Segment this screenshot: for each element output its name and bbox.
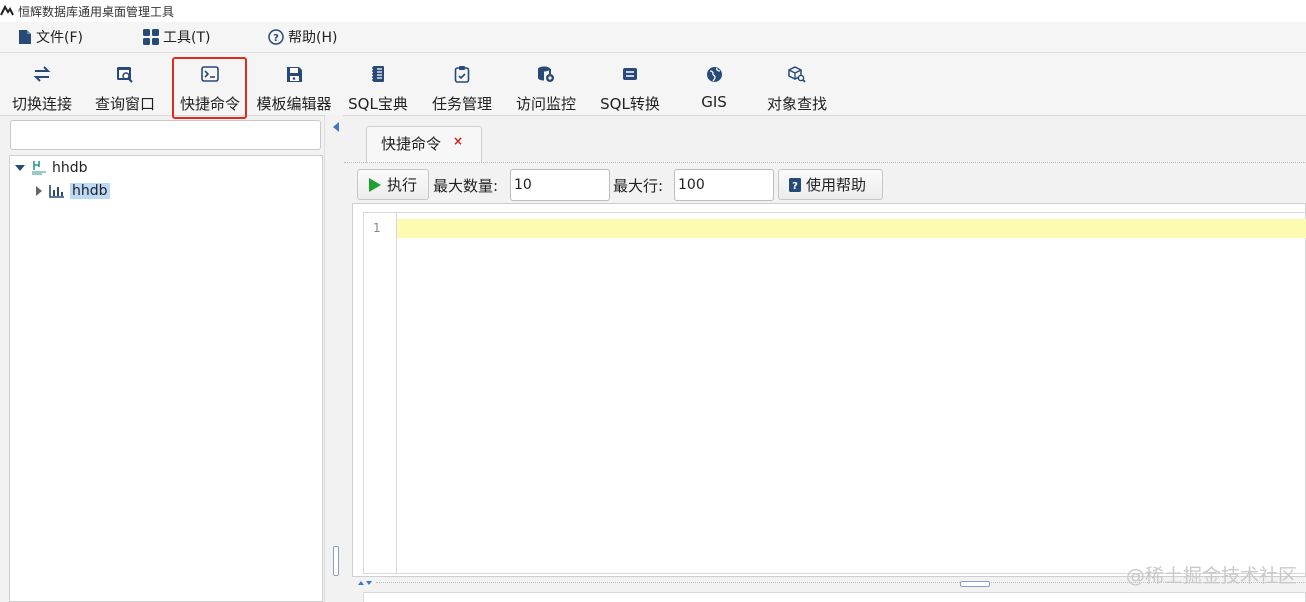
template-editor-button[interactable]: 模板编辑器 — [253, 53, 335, 115]
menu-bar: 文件(F) 工具(T) ? 帮助(H) — [0, 22, 1306, 53]
results-panel — [363, 592, 1306, 602]
max-rows-label: 最大行: — [613, 177, 664, 195]
query-window-icon — [115, 65, 135, 83]
book-icon — [368, 65, 388, 83]
help-icon: ? — [268, 29, 284, 45]
cube-search-icon — [787, 65, 807, 83]
grid-icon — [143, 29, 159, 45]
switch-connection-button[interactable]: 切换连接 — [8, 53, 76, 115]
sql-convert-label: SQL转换 — [600, 95, 660, 113]
usage-help-button[interactable]: ? 使用帮助 — [778, 169, 883, 200]
access-monitor-button[interactable]: 访问监控 — [512, 53, 580, 115]
sql-handbook-label: SQL宝典 — [348, 95, 408, 113]
max-rows-input[interactable] — [674, 169, 774, 201]
switch-connection-label: 切换连接 — [11, 95, 72, 113]
access-monitor-label: 访问监控 — [515, 95, 576, 113]
query-window-label: 查询窗口 — [94, 95, 155, 113]
switch-icon — [32, 65, 52, 83]
editor-active-line[interactable] — [397, 219, 1306, 238]
clipboard-check-icon — [452, 65, 472, 83]
menu-file-label: 文件(F) — [36, 30, 83, 46]
sql-editor[interactable] — [363, 212, 1306, 574]
svg-text:?: ? — [792, 181, 798, 192]
sql-convert-button[interactable]: SQL转换 — [598, 53, 662, 115]
play-icon — [369, 177, 381, 192]
sql-handbook-button[interactable]: SQL宝典 — [348, 53, 408, 115]
menu-file[interactable]: 文件(F) — [18, 27, 83, 47]
collapse-arrow-icon[interactable] — [34, 185, 44, 197]
run-button[interactable]: 执行 — [357, 169, 429, 200]
gis-label: GIS — [701, 93, 727, 111]
connection-tree: hhdb hhdb — [9, 155, 323, 602]
line-number: 1 — [373, 221, 381, 235]
collapse-panel-icon[interactable] — [332, 121, 340, 133]
object-search-button[interactable]: 对象查找 — [762, 53, 832, 115]
max-count-label: 最大数量: — [433, 177, 499, 195]
expand-collapse-arrows-icon[interactable] — [357, 579, 373, 587]
app-logo-icon — [0, 2, 14, 18]
tree-search-input[interactable] — [10, 120, 321, 150]
run-button-label: 执行 — [387, 176, 418, 194]
editor-gutter-divider — [396, 213, 397, 573]
tab-quick-command-label: 快捷命令 — [381, 135, 442, 153]
database-monitor-icon — [536, 65, 556, 83]
gis-button[interactable]: GIS — [690, 53, 738, 115]
quick-command-highlight-box — [172, 57, 247, 119]
save-template-icon — [284, 65, 304, 83]
splitter-grip[interactable] — [333, 546, 339, 576]
menu-help-label: 帮助(H) — [288, 30, 338, 46]
query-window-button[interactable]: 查询窗口 — [91, 53, 159, 115]
tree-node-root[interactable]: hhdb — [14, 160, 88, 176]
tab-divider — [344, 162, 1306, 163]
expand-arrow-icon[interactable] — [14, 162, 26, 174]
task-management-button[interactable]: 任务管理 — [428, 53, 496, 115]
close-icon[interactable]: × — [453, 134, 463, 148]
tree-node-root-label: hhdb — [52, 160, 88, 176]
file-icon — [19, 30, 31, 44]
bar-chart-icon — [49, 185, 64, 198]
task-management-label: 任务管理 — [431, 95, 492, 113]
svg-text:?: ? — [273, 33, 279, 44]
usage-help-label: 使用帮助 — [806, 176, 867, 194]
server-logo-icon — [32, 161, 46, 175]
help-book-icon: ? — [789, 177, 801, 192]
panel-splitter[interactable] — [324, 115, 343, 602]
menu-help[interactable]: ? 帮助(H) — [268, 27, 337, 47]
window-title: 恒辉数据库通用桌面管理工具 — [18, 5, 175, 19]
tree-node-child[interactable]: hhdb — [34, 183, 110, 199]
max-count-input[interactable] — [510, 169, 610, 201]
tree-node-child-label: hhdb — [70, 183, 110, 199]
template-editor-label: 模板编辑器 — [256, 95, 332, 113]
convert-icon — [620, 65, 640, 83]
bottom-splitter-grip[interactable] — [960, 581, 990, 587]
globe-icon — [704, 65, 724, 83]
watermark-text: @稀土掘金技术社区 — [1126, 565, 1298, 587]
menu-tools[interactable]: 工具(T) — [143, 27, 210, 47]
menu-tools-label: 工具(T) — [163, 30, 211, 46]
object-search-label: 对象查找 — [766, 95, 827, 113]
title-bar — [0, 0, 1306, 22]
